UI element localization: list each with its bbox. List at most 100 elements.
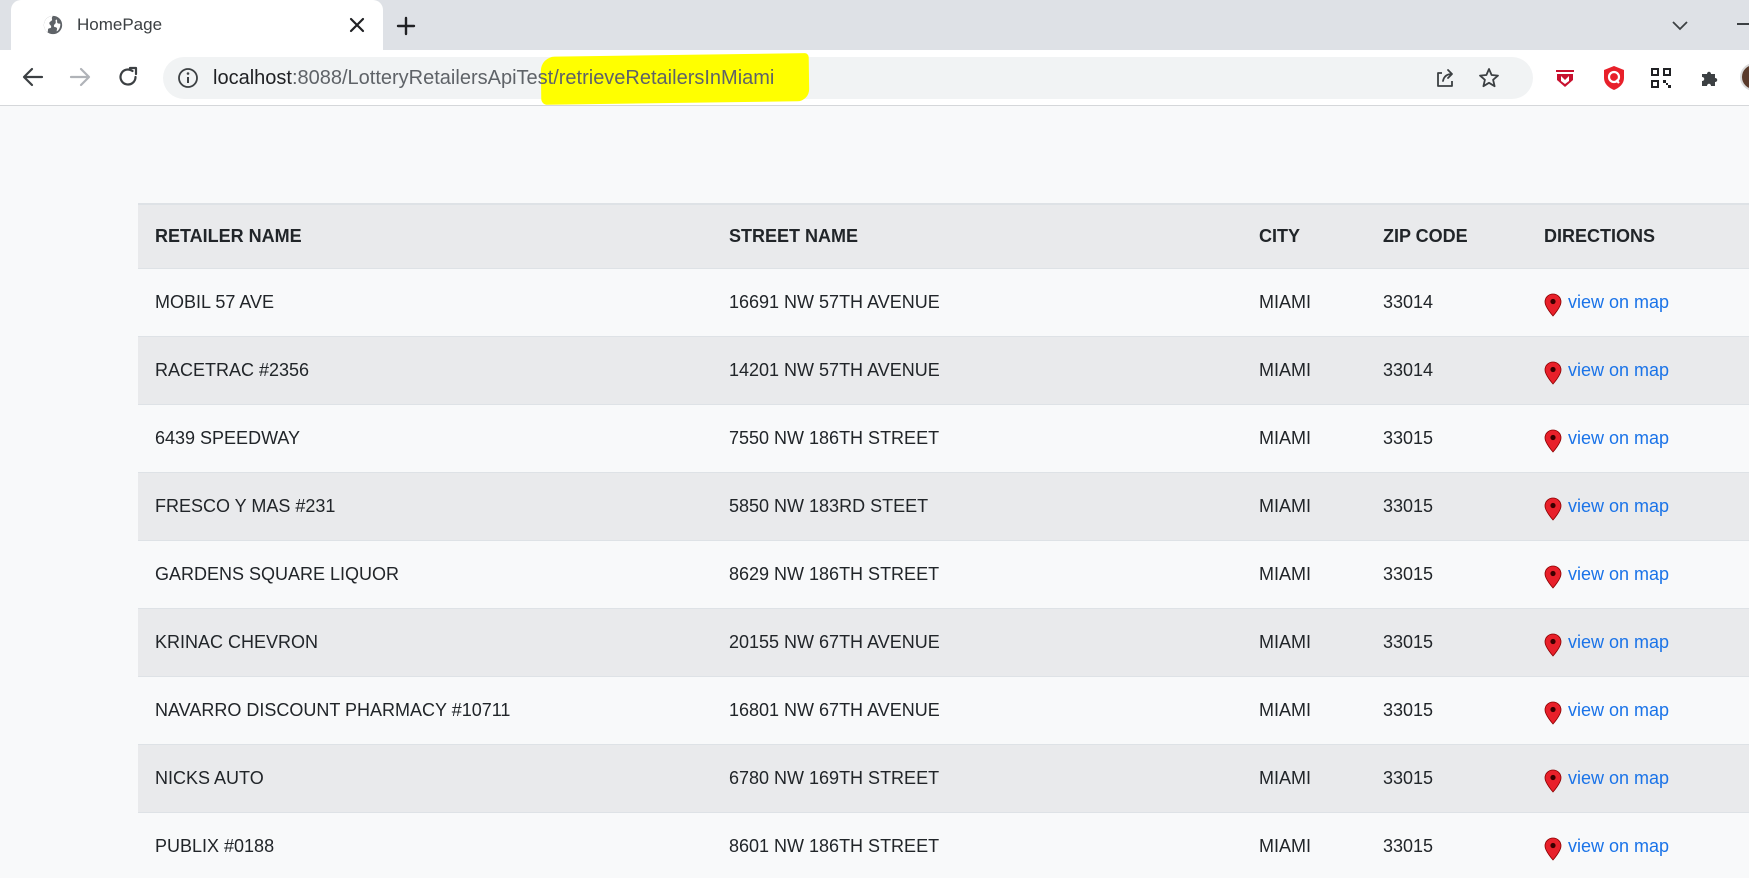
retailer-name-cell: FRESCO Y MAS #231 — [155, 495, 336, 516]
red-shield-icon — [1604, 66, 1624, 90]
view-on-map-link[interactable]: view on map — [1568, 768, 1669, 789]
zip-code-cell: 33015 — [1383, 427, 1434, 448]
info-icon[interactable] — [177, 67, 199, 89]
directions-wrapper: view on map — [1544, 763, 1749, 793]
extension-red-shield-button[interactable] — [1600, 64, 1628, 92]
city-cell: MIAMI — [1259, 835, 1311, 856]
profile-avatar[interactable] — [1740, 63, 1749, 91]
street-name-cell: 6780 NW 169TH STREET — [729, 767, 940, 788]
city-cell: MIAMI — [1259, 359, 1311, 380]
tab-strip: HomePage — [0, 0, 1749, 50]
view-on-map-link[interactable]: view on map — [1568, 360, 1669, 381]
forward-button[interactable] — [62, 59, 98, 95]
browser-toolbar: localhost:8088/LotteryRetailersApiTest/r… — [0, 50, 1749, 106]
new-tab-button[interactable] — [390, 10, 422, 42]
table-row: RACETRAC #2356 14201 NW 57TH AVENUE MIAMI 3… — [138, 336, 1749, 404]
retailer-name-cell: PUBLIX #0188 — [155, 835, 275, 856]
directions-cell: view on map — [1527, 676, 1749, 744]
header-street-name: STREET NAME — [729, 225, 859, 246]
extension-mcafee-button[interactable] — [1551, 64, 1579, 92]
back-button[interactable] — [15, 59, 51, 95]
extension-qr-button[interactable] — [1647, 64, 1675, 92]
directions-cell: view on map — [1527, 336, 1749, 404]
close-icon — [349, 17, 365, 33]
table-row: GARDENS SQUARE LIQUOR 8629 NW 186TH STREE… — [138, 540, 1749, 608]
directions-cell: view on map — [1527, 744, 1749, 812]
view-on-map-link[interactable]: view on map — [1568, 564, 1669, 585]
share-button[interactable] — [1432, 65, 1458, 91]
view-on-map-link[interactable]: view on map — [1568, 428, 1669, 449]
table-body: MOBIL 57 AVE 16691 NW 57TH AVENUE MIAMI 330… — [138, 268, 1749, 878]
table-header-row: RETAILER NAME STREET NAME CITY ZIP CODE … — [138, 204, 1749, 268]
retailer-name-cell: KRINAC CHEVRON — [155, 631, 319, 652]
shield-m-icon — [1556, 70, 1574, 87]
view-on-map-link[interactable]: view on map — [1568, 700, 1669, 721]
street-name-cell: 7550 NW 186TH STREET — [729, 427, 940, 448]
street-name-cell: 14201 NW 57TH AVENUE — [729, 359, 940, 380]
back-arrow-icon — [22, 67, 44, 87]
table-row: 6439 SPEEDWAY 7550 NW 186TH STREET MIAMI 33… — [138, 404, 1749, 472]
street-name-cell: 8629 NW 186TH STREET — [729, 563, 940, 584]
street-name-cell: 16691 NW 57TH AVENUE — [729, 291, 940, 312]
city-cell: MIAMI — [1259, 631, 1311, 652]
city-cell: MIAMI — [1259, 495, 1311, 516]
directions-wrapper: view on map — [1544, 491, 1749, 521]
view-on-map-link[interactable]: view on map — [1568, 496, 1669, 517]
table-row: FRESCO Y MAS #231 5850 NW 183RD STEET MIAM… — [138, 472, 1749, 540]
directions-wrapper: view on map — [1544, 287, 1749, 317]
map-pin-icon — [1544, 633, 1562, 657]
directions-cell: view on map — [1527, 540, 1749, 608]
bookmark-button[interactable] — [1476, 65, 1502, 91]
directions-wrapper: view on map — [1544, 831, 1749, 861]
url-text[interactable]: localhost:8088/LotteryRetailersApiTest/r… — [213, 67, 774, 90]
map-pin-icon — [1544, 293, 1562, 317]
globe-icon — [43, 15, 63, 35]
chevron-down-icon — [1672, 21, 1688, 31]
street-name-cell: 5850 NW 183RD STEET — [729, 495, 929, 516]
plus-icon — [396, 16, 416, 36]
table-row: NAVARRO DISCOUNT PHARMACY #10711 16801 NW… — [138, 676, 1749, 744]
browser-tab[interactable]: HomePage — [11, 0, 383, 50]
table-row: KRINAC CHEVRON 20155 NW 67TH AVENUE MIAMI 3… — [138, 608, 1749, 676]
zip-code-cell: 33015 — [1383, 699, 1434, 720]
minimize-button[interactable] — [1733, 10, 1749, 38]
tab-title: HomePage — [77, 15, 163, 34]
tab-search-button[interactable] — [1664, 10, 1696, 42]
retailer-name-cell: NICKS AUTO — [155, 767, 264, 788]
header-city: CITY — [1259, 225, 1301, 246]
star-icon — [1479, 68, 1499, 88]
retailer-name-cell: 6439 SPEEDWAY — [155, 427, 301, 448]
map-pin-icon — [1544, 429, 1562, 453]
reload-button[interactable] — [110, 59, 146, 95]
retailers-table: RETAILER NAME STREET NAME CITY ZIP CODE … — [138, 203, 1749, 878]
address-bar[interactable]: localhost:8088/LotteryRetailersApiTest/r… — [163, 53, 1533, 105]
directions-cell: view on map — [1527, 472, 1749, 540]
zip-code-cell: 33015 — [1383, 631, 1434, 652]
extensions-button[interactable] — [1696, 64, 1724, 92]
header-directions: DIRECTIONS — [1544, 225, 1656, 246]
map-pin-icon — [1544, 361, 1562, 385]
table-row: NICKS AUTO 6780 NW 169TH STREET MIAMI 33015… — [138, 744, 1749, 812]
city-cell: MIAMI — [1259, 563, 1311, 584]
street-name-cell: 20155 NW 67TH AVENUE — [729, 631, 940, 652]
city-cell: MIAMI — [1259, 767, 1311, 788]
retailer-name-cell: MOBIL 57 AVE — [155, 291, 275, 312]
table-row: PUBLIX #0188 8601 NW 186TH STREET MIAMI 330… — [138, 812, 1749, 878]
zip-code-cell: 33015 — [1383, 563, 1434, 584]
view-on-map-link[interactable]: view on map — [1568, 632, 1669, 653]
directions-cell: view on map — [1527, 608, 1749, 676]
directions-cell: view on map — [1527, 812, 1749, 878]
table-row: MOBIL 57 AVE 16691 NW 57TH AVENUE MIAMI 330… — [138, 268, 1749, 336]
map-pin-icon — [1544, 837, 1562, 861]
city-cell: MIAMI — [1259, 699, 1311, 720]
share-icon — [1437, 69, 1453, 87]
puzzle-piece-icon — [1702, 71, 1718, 86]
zip-code-cell: 33015 — [1383, 767, 1434, 788]
directions-wrapper: view on map — [1544, 423, 1749, 453]
url-path: :8088/LotteryRetailersApiTest/retrieveRe… — [291, 67, 775, 89]
view-on-map-link[interactable]: view on map — [1568, 292, 1669, 313]
tab-close-button[interactable] — [344, 12, 370, 38]
view-on-map-link[interactable]: view on map — [1568, 836, 1669, 857]
directions-wrapper: view on map — [1544, 355, 1749, 385]
qr-code-icon — [1651, 68, 1671, 88]
